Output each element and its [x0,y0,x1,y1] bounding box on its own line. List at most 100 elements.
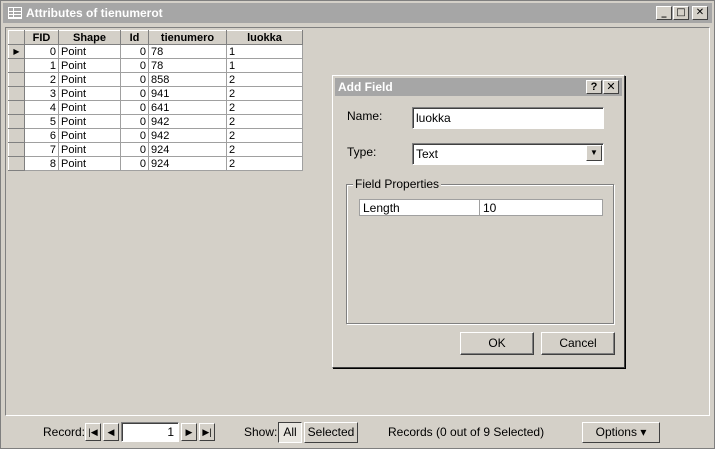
cell-fid[interactable]: 5 [24,114,59,129]
chevron-down-icon[interactable]: ▼ [586,145,602,161]
cell-tienumero[interactable]: 942 [148,128,227,143]
options-button[interactable]: Options ▾ [582,422,660,443]
show-label: Show: [244,425,278,439]
status-bar: Record: |◀ ◀ 1 ▶ ▶| Show: All Selected R… [5,417,710,446]
table-icon [8,7,22,19]
show-selected-button[interactable]: Selected [304,422,358,443]
cell-tienumero[interactable]: 924 [148,156,227,171]
options-label: Options [595,425,637,439]
row-selector[interactable]: ▶ [8,44,25,59]
row-selector[interactable] [8,58,25,73]
dialog-title-bar[interactable]: Add Field ? ✕ [335,78,622,96]
cell-luokka[interactable]: 2 [226,86,303,101]
name-label: Name: [347,109,383,123]
cell-shape[interactable]: Point [58,142,121,157]
column-header-fid[interactable]: FID [24,30,59,45]
cell-fid[interactable]: 3 [24,86,59,101]
table-row[interactable]: 4 Point 0 641 2 [8,100,303,115]
previous-record-button[interactable]: ◀ [103,423,119,441]
column-header-shape[interactable]: Shape [58,30,121,45]
row-selector[interactable] [8,128,25,143]
show-all-button[interactable]: All [278,422,302,443]
row-selector[interactable] [8,142,25,157]
column-header-id[interactable]: Id [120,30,149,45]
record-label: Record: [43,425,86,439]
cell-shape[interactable]: Point [58,128,121,143]
ok-button[interactable]: OK [460,332,534,355]
cell-fid[interactable]: 1 [24,58,59,73]
column-header-luokka[interactable]: luokka [226,30,303,45]
title-bar[interactable]: Attributes of tienumerot _ □ ✕ [3,3,712,23]
cell-tienumero[interactable]: 78 [148,44,227,59]
cell-tienumero[interactable]: 78 [148,58,227,73]
record-number-input[interactable]: 1 [121,422,179,442]
next-record-button[interactable]: ▶ [181,423,197,441]
cell-luokka[interactable]: 2 [226,156,303,171]
cell-luokka[interactable]: 2 [226,142,303,157]
table-row[interactable]: 7 Point 0 924 2 [8,142,303,157]
column-header-tienumero[interactable]: tienumero [148,30,227,45]
cell-luokka[interactable]: 2 [226,72,303,87]
table-row[interactable]: ▶ 0 Point 0 78 1 [8,44,303,59]
cell-shape[interactable]: Point [58,72,121,87]
cell-id[interactable]: 0 [120,114,149,129]
field-properties-group: Field Properties Length 10 [346,177,614,324]
cell-id[interactable]: 0 [120,128,149,143]
cell-luokka[interactable]: 2 [226,100,303,115]
row-selector[interactable] [8,156,25,171]
cell-luokka[interactable]: 2 [226,128,303,143]
row-selector[interactable] [8,86,25,101]
cell-luokka[interactable]: 1 [226,44,303,59]
cell-luokka[interactable]: 2 [226,114,303,129]
records-count: Records (0 out of 9 Selected) [388,425,545,439]
cell-shape[interactable]: Point [58,156,121,171]
help-button[interactable]: ? [586,80,602,94]
minimize-button[interactable]: _ [656,6,672,20]
cell-id[interactable]: 0 [120,44,149,59]
last-record-button[interactable]: ▶| [199,423,215,441]
cell-fid[interactable]: 8 [24,156,59,171]
row-selector[interactable] [8,100,25,115]
table-row[interactable]: 2 Point 0 858 2 [8,72,303,87]
cell-id[interactable]: 0 [120,156,149,171]
cell-shape[interactable]: Point [58,86,121,101]
row-selector[interactable] [8,72,25,87]
cell-shape[interactable]: Point [58,44,121,59]
cell-id[interactable]: 0 [120,58,149,73]
cell-shape[interactable]: Point [58,58,121,73]
cell-tienumero[interactable]: 942 [148,114,227,129]
first-record-button[interactable]: |◀ [85,423,101,441]
attributes-window: Attributes of tienumerot _ □ ✕ FID Shape… [0,0,715,449]
cell-tienumero[interactable]: 858 [148,72,227,87]
cell-id[interactable]: 0 [120,86,149,101]
cell-shape[interactable]: Point [58,114,121,129]
dialog-close-button[interactable]: ✕ [603,80,619,94]
cell-tienumero[interactable]: 924 [148,142,227,157]
cell-id[interactable]: 0 [120,100,149,115]
row-selector[interactable] [8,114,25,129]
cell-fid[interactable]: 2 [24,72,59,87]
cell-id[interactable]: 0 [120,142,149,157]
cell-tienumero[interactable]: 641 [148,100,227,115]
maximize-button[interactable]: □ [673,6,689,20]
name-input[interactable]: luokka [412,107,604,129]
cell-fid[interactable]: 4 [24,100,59,115]
table-row[interactable]: 1 Point 0 78 1 [8,58,303,73]
cell-tienumero[interactable]: 941 [148,86,227,101]
cell-shape[interactable]: Point [58,100,121,115]
cancel-button[interactable]: Cancel [541,332,615,355]
cell-luokka[interactable]: 1 [226,58,303,73]
table-row[interactable]: 8 Point 0 924 2 [8,156,303,171]
close-button[interactable]: ✕ [692,6,708,20]
type-select[interactable]: Text ▼ [412,143,604,165]
table-row[interactable]: 3 Point 0 941 2 [8,86,303,101]
cell-fid[interactable]: 7 [24,142,59,157]
window-title: Attributes of tienumerot [26,6,163,20]
cell-fid[interactable]: 6 [24,128,59,143]
table-row[interactable]: 5 Point 0 942 2 [8,114,303,129]
table-row[interactable]: 6 Point 0 942 2 [8,128,303,143]
row-selector-header[interactable] [8,30,25,45]
property-value-length[interactable]: 10 [479,199,603,216]
cell-id[interactable]: 0 [120,72,149,87]
cell-fid[interactable]: 0 [24,44,59,59]
